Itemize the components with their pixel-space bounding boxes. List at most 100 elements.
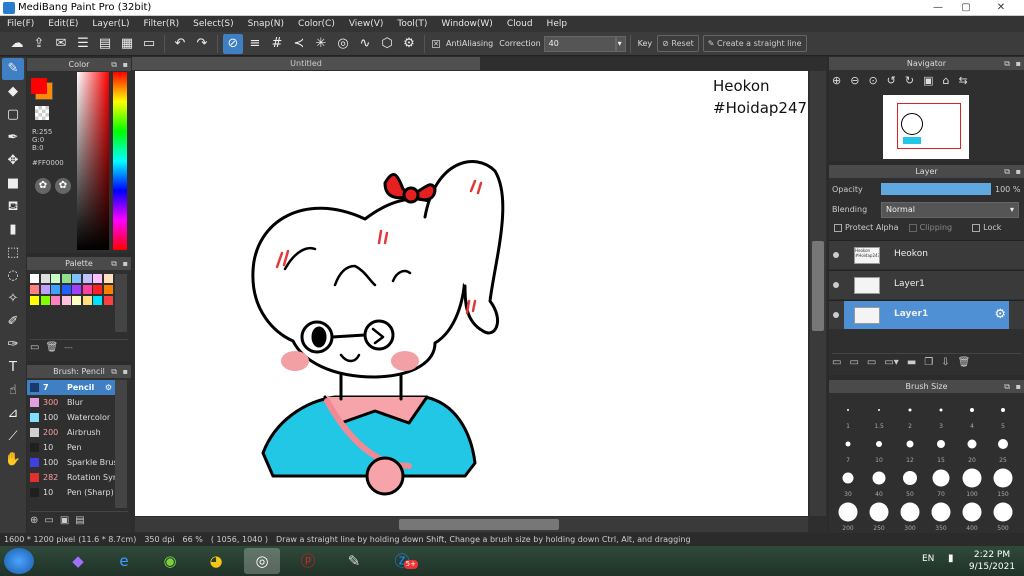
add-layer-menu-icon[interactable]: ▭▾ bbox=[884, 357, 898, 368]
palette-swatch[interactable] bbox=[93, 296, 102, 305]
lasso-tool-icon[interactable]: ◌ bbox=[2, 265, 24, 287]
zalo-icon[interactable]: Ⓩ 5+ bbox=[384, 548, 420, 574]
text-tool-icon[interactable]: T bbox=[2, 357, 24, 379]
duplicate-layer-icon[interactable]: ❐ bbox=[924, 357, 933, 368]
brush-size-option[interactable]: 4 bbox=[957, 400, 987, 430]
zoom-reset-icon[interactable]: ⊙ bbox=[868, 74, 877, 87]
delete-layer-icon[interactable]: 🗑 bbox=[958, 357, 971, 368]
menu-select[interactable]: Select(S) bbox=[186, 16, 241, 32]
brush-size-option[interactable]: 7 bbox=[833, 434, 863, 464]
hue-slider[interactable] bbox=[113, 72, 127, 250]
close-button[interactable]: ✕ bbox=[980, 0, 1022, 15]
brush-item[interactable]: 7 Pencil ⚙ bbox=[27, 380, 115, 395]
brush-size-option[interactable]: 40 bbox=[864, 468, 894, 498]
blending-select[interactable]: Normal ▾ bbox=[881, 202, 1019, 218]
brush-size-option[interactable]: 15 bbox=[926, 434, 956, 464]
delete-palette-icon[interactable]: 🗑 bbox=[45, 342, 58, 353]
start-button[interactable] bbox=[4, 548, 34, 574]
shape-tool-icon[interactable]: ■ bbox=[2, 173, 24, 195]
pen-tool-icon[interactable]: ✒ bbox=[2, 127, 24, 149]
layer-row-layer1[interactable]: Layer1 bbox=[829, 270, 1024, 299]
pinterest-icon[interactable]: ⓟ bbox=[290, 548, 326, 574]
add-brush-icon[interactable]: ⊕ bbox=[30, 515, 38, 526]
select-eraser-tool-icon[interactable]: ✑ bbox=[2, 334, 24, 356]
menu-view[interactable]: View(V) bbox=[342, 16, 391, 32]
panel-close-icon[interactable]: ▪ bbox=[123, 257, 128, 270]
curve-snap-icon[interactable]: ∿ bbox=[355, 34, 375, 54]
palette-swatch[interactable] bbox=[93, 285, 102, 294]
menu-window[interactable]: Window(W) bbox=[434, 16, 499, 32]
circle-snap-icon[interactable]: ◎ bbox=[333, 34, 353, 54]
horizontal-scrollbar[interactable] bbox=[135, 517, 808, 532]
visibility-icon[interactable] bbox=[833, 252, 839, 258]
hand-tool-icon[interactable]: ✋ bbox=[2, 449, 24, 471]
brush-size-option[interactable]: 25 bbox=[988, 434, 1018, 464]
document-tab[interactable]: Untitled bbox=[132, 57, 480, 70]
brush-size-option[interactable]: 3 bbox=[926, 400, 956, 430]
palette-swatch[interactable] bbox=[82, 296, 92, 305]
operation-tool-icon[interactable]: ☝ bbox=[2, 380, 24, 402]
chrome-icon[interactable]: ◕ bbox=[198, 548, 234, 574]
drawing-canvas[interactable]: Heokon #Hoidap247 bbox=[135, 71, 808, 516]
palette-scrollbar[interactable] bbox=[115, 274, 127, 332]
visual-studio-icon[interactable]: ◆ bbox=[60, 548, 96, 574]
brush-tool-icon[interactable]: ✎ bbox=[2, 58, 24, 80]
menu-edit[interactable]: Edit(E) bbox=[41, 16, 85, 32]
zoom-out-icon[interactable]: ⊖ bbox=[850, 74, 859, 87]
palette-swatch[interactable] bbox=[30, 296, 39, 305]
palette-swatch[interactable] bbox=[103, 296, 113, 305]
palette-swatch[interactable] bbox=[30, 285, 39, 294]
palette-swatch[interactable] bbox=[61, 296, 71, 305]
select-tool-icon[interactable]: ⬚ bbox=[2, 242, 24, 264]
color-wheel-icon[interactable]: ✿ bbox=[35, 178, 51, 194]
brush-size-option[interactable]: 12 bbox=[895, 434, 925, 464]
network-icon[interactable]: ▮ bbox=[948, 553, 954, 564]
brush-size-option[interactable]: 2 bbox=[895, 400, 925, 430]
menu-cloud[interactable]: Cloud bbox=[500, 16, 540, 32]
float-icon[interactable]: ⧉ bbox=[111, 58, 117, 71]
transparent-swatch[interactable] bbox=[35, 106, 49, 120]
new-8bit-layer-icon[interactable]: ▭ bbox=[867, 357, 876, 368]
palette-swatch[interactable] bbox=[93, 274, 102, 283]
float-icon[interactable]: ⧉ bbox=[111, 257, 117, 270]
visibility-icon[interactable] bbox=[833, 312, 839, 318]
bucket-tool-icon[interactable]: ⛾ bbox=[2, 196, 24, 218]
menu-layer[interactable]: Layer(L) bbox=[85, 16, 136, 32]
brush-size-option[interactable]: 500 bbox=[988, 502, 1018, 532]
palette-swatch[interactable] bbox=[72, 296, 81, 305]
chat-icon[interactable]: ✉ bbox=[51, 34, 71, 54]
brush-item[interactable]: 100 Sparkle Brush bbox=[27, 455, 115, 470]
medibang-taskbar-icon[interactable]: ◎ bbox=[244, 548, 280, 574]
brush-settings-icon[interactable]: ▤ bbox=[75, 515, 84, 526]
color-saturation-box[interactable] bbox=[77, 72, 109, 250]
menu-color[interactable]: Color(C) bbox=[291, 16, 342, 32]
brush-size-option[interactable]: 1 bbox=[833, 400, 863, 430]
clock[interactable]: 2:22 PM 9/15/2021 bbox=[962, 549, 1022, 573]
menu-tool[interactable]: Tool(T) bbox=[390, 16, 434, 32]
brush-scrollbar[interactable] bbox=[115, 380, 127, 508]
brush-item[interactable]: 200 Airbrush bbox=[27, 425, 115, 440]
dot-tool-icon[interactable]: ▢ bbox=[2, 104, 24, 126]
zoom-in-icon[interactable]: ⊕ bbox=[832, 74, 841, 87]
vertical-scroll-thumb[interactable] bbox=[812, 241, 824, 331]
brush-menu-icon[interactable]: ▣ bbox=[60, 515, 69, 526]
reset-button[interactable]: ⊘ Reset bbox=[657, 35, 699, 52]
brush-size-option[interactable]: 150 bbox=[988, 468, 1018, 498]
correction-value[interactable]: 40 bbox=[543, 35, 616, 52]
navigator-thumbnail[interactable] bbox=[883, 95, 969, 159]
coccoc-icon[interactable]: ◉ bbox=[152, 548, 188, 574]
brush-item[interactable]: 10 Pen bbox=[27, 440, 115, 455]
brush-size-option[interactable]: 30 bbox=[833, 468, 863, 498]
polygon-snap-icon[interactable]: ⬡ bbox=[377, 34, 397, 54]
vertical-scrollbar[interactable] bbox=[810, 71, 826, 516]
palette-swatch[interactable] bbox=[103, 274, 113, 283]
cloud-icon[interactable]: ☁ bbox=[7, 34, 27, 54]
brush-item[interactable]: 100 Watercolor bbox=[27, 410, 115, 425]
brush-size-option[interactable]: 20 bbox=[957, 434, 987, 464]
gradient-tool-icon[interactable]: ▮ bbox=[2, 219, 24, 241]
brush-size-option[interactable]: 5 bbox=[988, 400, 1018, 430]
layer-row-heokon[interactable]: Heokon #Hoidap247 Heokon bbox=[829, 240, 1024, 269]
palette-swatch[interactable] bbox=[82, 285, 92, 294]
menu-file[interactable]: File(F) bbox=[0, 16, 41, 32]
panel-close-icon[interactable]: ▪ bbox=[123, 365, 128, 378]
